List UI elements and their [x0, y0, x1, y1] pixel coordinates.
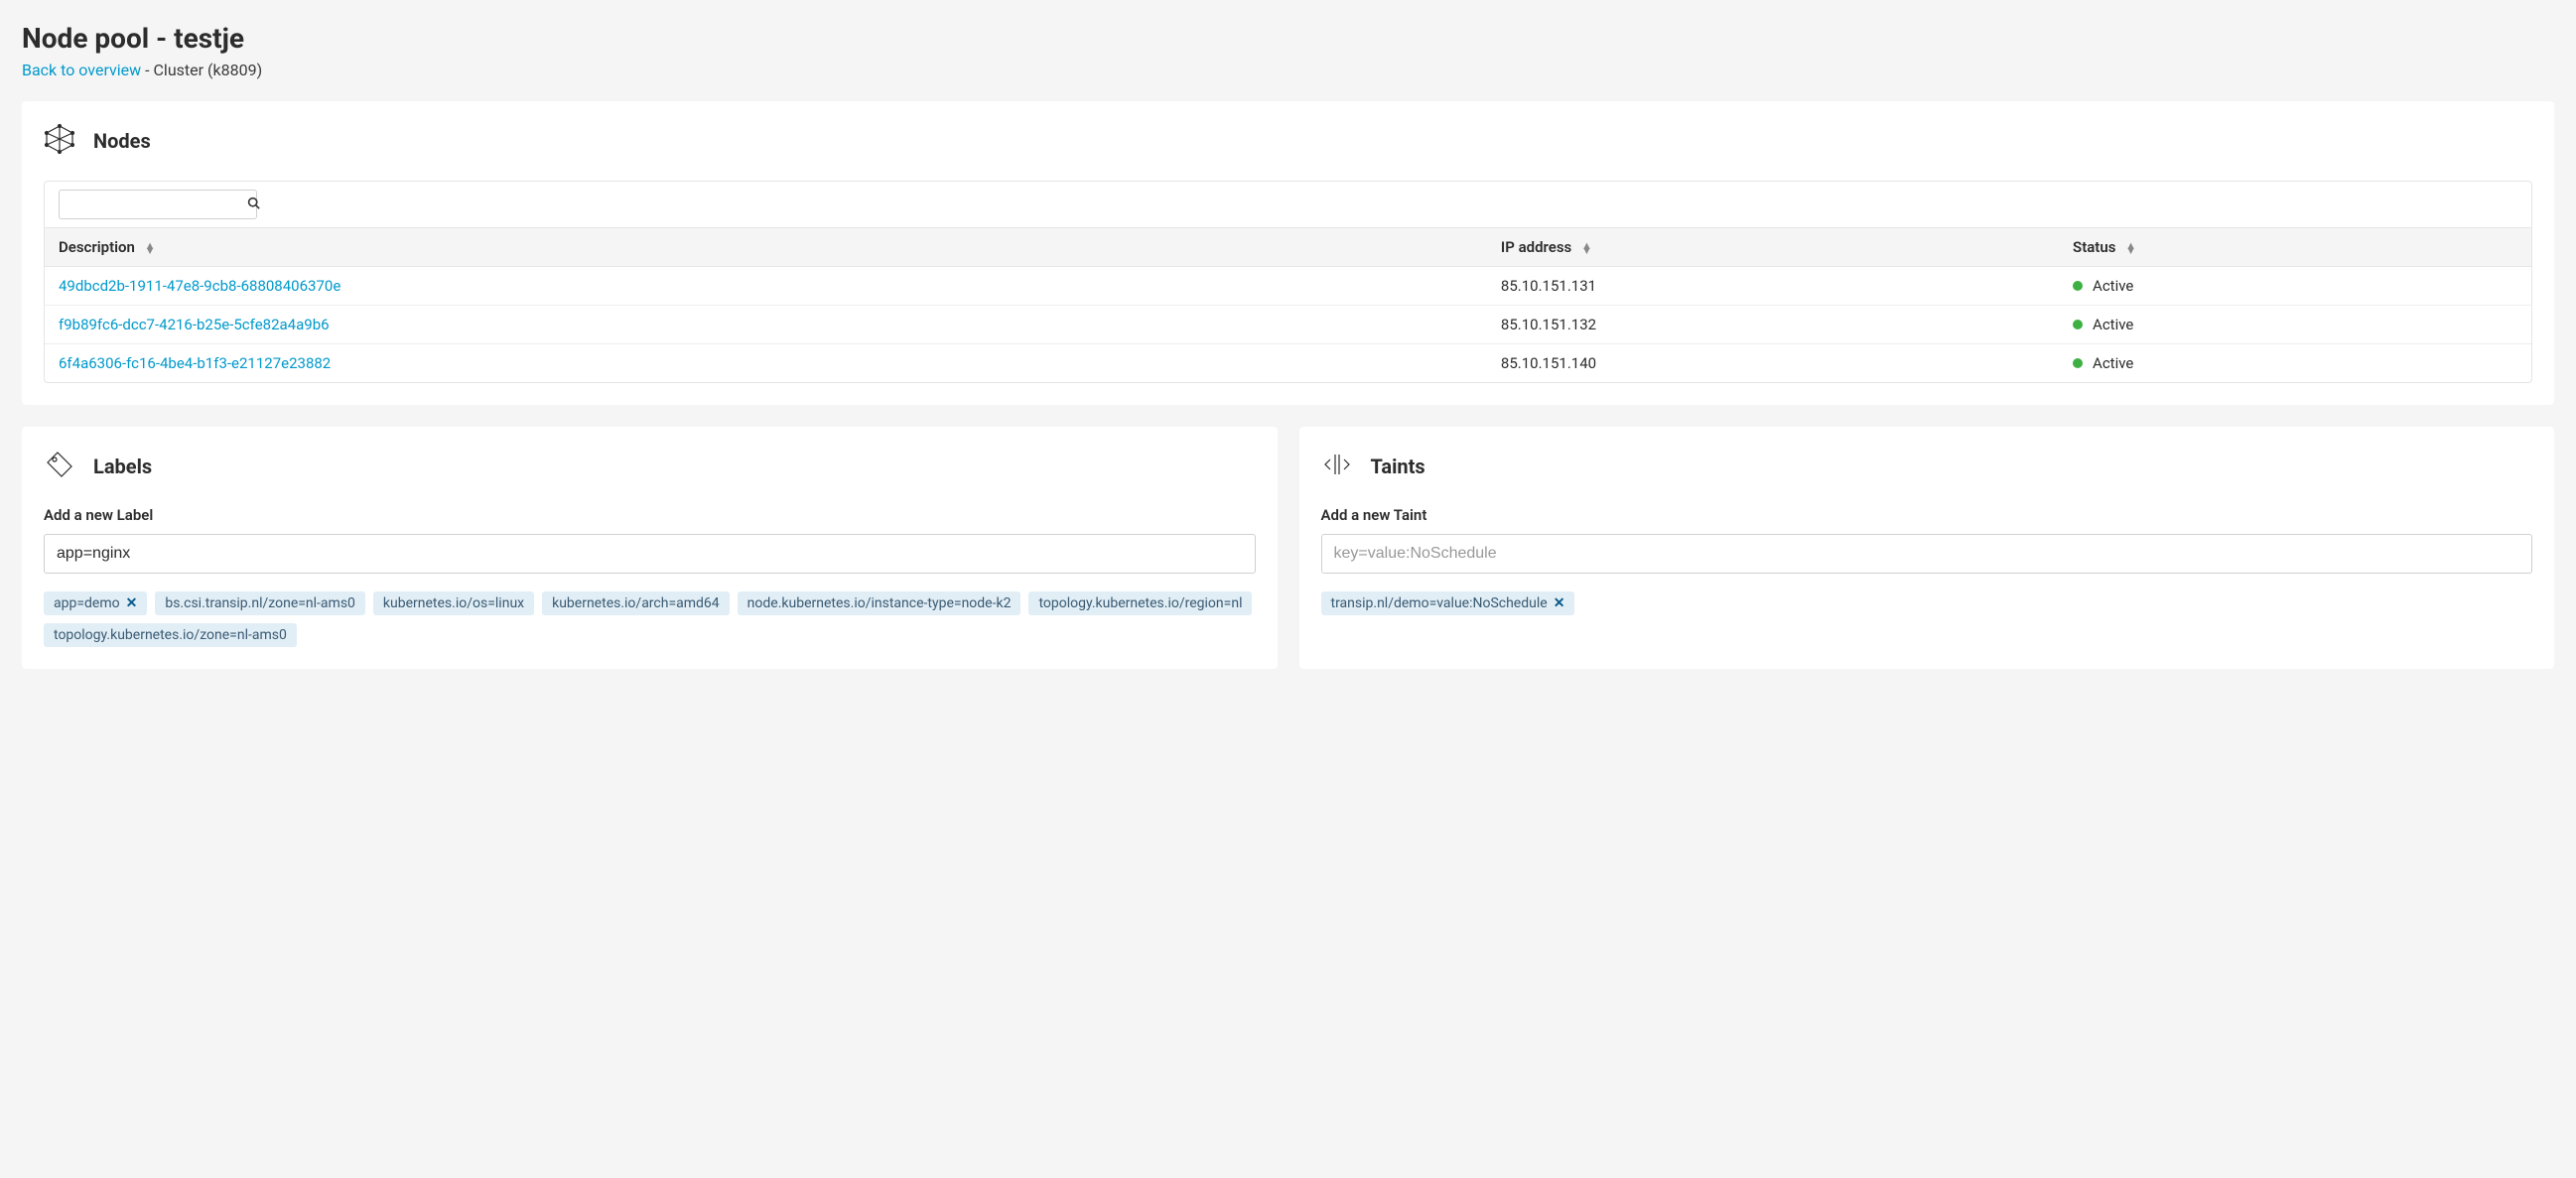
sort-icon: ▲▼: [2125, 243, 2136, 253]
node-description-cell: f9b89fc6-dcc7-4216-b25e-5cfe82a4a9b6: [45, 306, 1487, 344]
search-input[interactable]: [68, 196, 247, 212]
node-link[interactable]: f9b89fc6-dcc7-4216-b25e-5cfe82a4a9b6: [59, 316, 330, 333]
taints-card: Taints Add a new Taint transip.nl/demo=v…: [1299, 427, 2555, 669]
add-taint-input[interactable]: [1321, 534, 2533, 574]
node-status-cell: Active: [2059, 306, 2531, 344]
taints-title: Taints: [1371, 455, 1425, 478]
labels-card: Labels Add a new Label app=demo ✕ bs.csi.t…: [22, 427, 1278, 669]
status-dot-icon: [2073, 320, 2083, 329]
search-icon: [247, 196, 260, 213]
table-row: f9b89fc6-dcc7-4216-b25e-5cfe82a4a9b6 85.1…: [45, 306, 2531, 344]
column-status[interactable]: Status ▲▼: [2059, 228, 2531, 267]
add-taint-prompt: Add a new Taint: [1321, 506, 2533, 524]
status-dot-icon: [2073, 281, 2083, 291]
label-tag: bs.csi.transip.nl/zone=nl-ams0: [155, 591, 365, 615]
tag-text: topology.kubernetes.io/zone=nl-ams0: [54, 627, 287, 643]
nodes-title: Nodes: [93, 129, 151, 153]
taint-tag: transip.nl/demo=value:NoSchedule ✕: [1321, 591, 1575, 615]
tag-icon: [44, 449, 75, 484]
nodes-icon: [44, 123, 75, 159]
tag-text: node.kubernetes.io/instance-type=node-k2: [747, 595, 1012, 611]
breadcrumb: Back to overview - Cluster (k8809): [22, 61, 2554, 79]
split-icon: [1321, 449, 1353, 484]
sort-icon: ▲▼: [145, 243, 156, 253]
node-status-cell: Active: [2059, 267, 2531, 306]
node-ip-cell: 85.10.151.131: [1487, 267, 2059, 306]
node-description-cell: 49dbcd2b-1911-47e8-9cb8-68808406370e: [45, 267, 1487, 306]
labels-title: Labels: [93, 455, 152, 478]
label-tag: topology.kubernetes.io/zone=nl-ams0: [44, 623, 297, 647]
label-tag: app=demo ✕: [44, 591, 147, 615]
sort-icon: ▲▼: [1581, 243, 1592, 253]
node-ip-cell: 85.10.151.132: [1487, 306, 2059, 344]
table-row: 49dbcd2b-1911-47e8-9cb8-68808406370e 85.1…: [45, 267, 2531, 306]
nodes-table: Description ▲▼ IP address ▲▼ Status ▲▼ 4…: [45, 227, 2531, 382]
tag-text: app=demo: [54, 595, 120, 611]
add-label-input[interactable]: [44, 534, 1256, 574]
node-link[interactable]: 6f4a6306-fc16-4be4-b1f3-e21127e23882: [59, 354, 331, 372]
table-row: 6f4a6306-fc16-4be4-b1f3-e21127e23882 85.1…: [45, 344, 2531, 383]
label-tag: topology.kubernetes.io/region=nl: [1028, 591, 1252, 615]
breadcrumb-cluster: - Cluster (k8809): [141, 61, 262, 79]
node-link[interactable]: 49dbcd2b-1911-47e8-9cb8-68808406370e: [59, 277, 340, 295]
label-tag: kubernetes.io/os=linux: [373, 591, 534, 615]
status-text: Active: [2093, 354, 2133, 372]
tag-text: bs.csi.transip.nl/zone=nl-ams0: [165, 595, 355, 611]
column-description[interactable]: Description ▲▼: [45, 228, 1487, 267]
remove-tag-icon[interactable]: ✕: [126, 595, 138, 611]
nodes-card: Nodes Description ▲▼ IP address: [22, 101, 2554, 405]
search-box[interactable]: [59, 190, 257, 219]
page-title: Node pool - testje: [22, 22, 2554, 55]
label-tag: kubernetes.io/arch=amd64: [542, 591, 730, 615]
node-description-cell: 6f4a6306-fc16-4be4-b1f3-e21127e23882: [45, 344, 1487, 383]
node-ip-cell: 85.10.151.140: [1487, 344, 2059, 383]
node-status-cell: Active: [2059, 344, 2531, 383]
status-dot-icon: [2073, 358, 2083, 368]
tag-text: kubernetes.io/os=linux: [383, 595, 524, 611]
add-label-prompt: Add a new Label: [44, 506, 1256, 524]
remove-tag-icon[interactable]: ✕: [1554, 595, 1565, 611]
tag-text: kubernetes.io/arch=amd64: [552, 595, 720, 611]
status-text: Active: [2093, 316, 2133, 333]
tag-text: transip.nl/demo=value:NoSchedule: [1331, 595, 1548, 611]
back-link[interactable]: Back to overview: [22, 61, 141, 79]
column-ip[interactable]: IP address ▲▼: [1487, 228, 2059, 267]
status-text: Active: [2093, 277, 2133, 295]
label-tag: node.kubernetes.io/instance-type=node-k2: [738, 591, 1021, 615]
tag-text: topology.kubernetes.io/region=nl: [1038, 595, 1242, 611]
